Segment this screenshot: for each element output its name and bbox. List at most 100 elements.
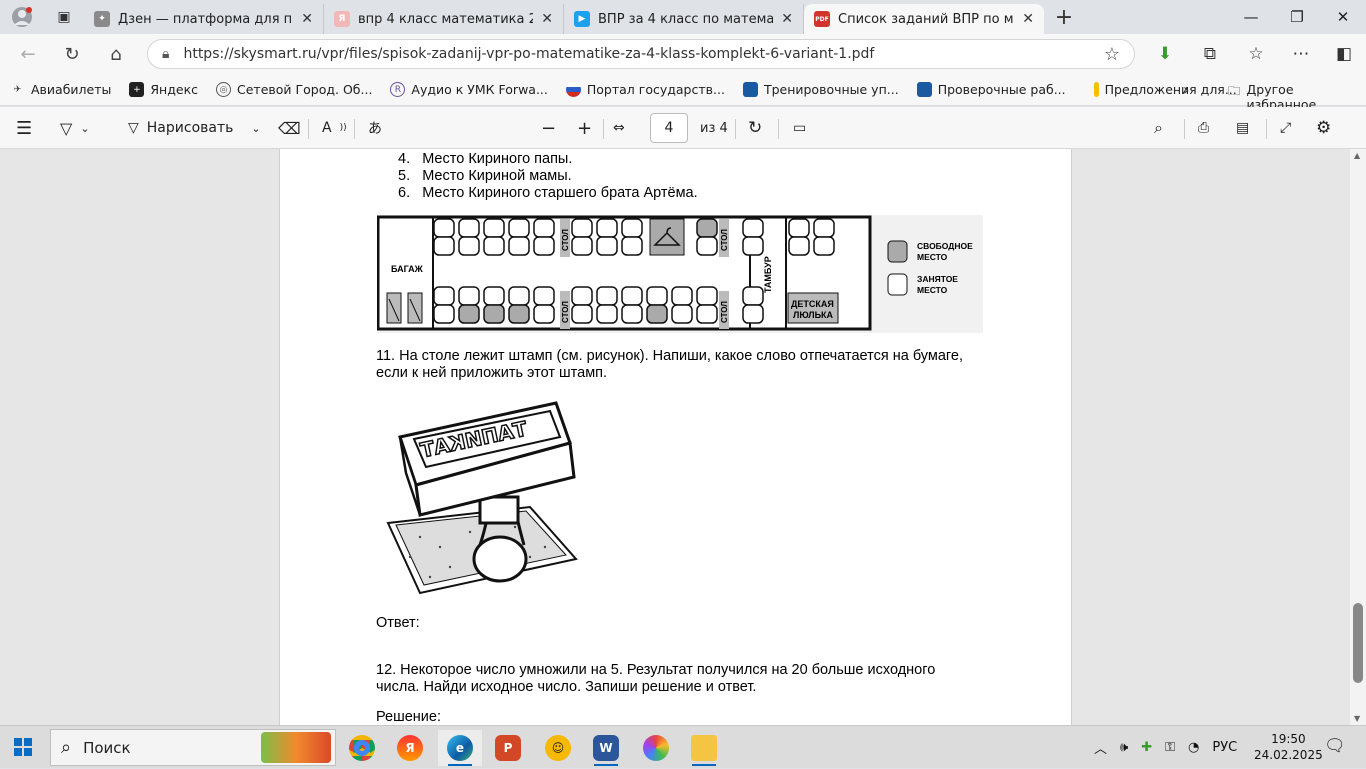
read-aloud-icon[interactable]: A)) <box>322 115 347 141</box>
taskbar-photos[interactable] <box>634 730 678 766</box>
translate-icon[interactable]: あ <box>368 115 382 141</box>
address-field[interactable]: 🔒︎ https://skysmart.ru/vpr/files/spisok-… <box>147 39 1135 69</box>
vestibule-label: ТАМБУР <box>763 256 773 293</box>
zoom-out-icon[interactable]: − <box>541 115 556 141</box>
bookmark-tests[interactable]: Проверочные раб... <box>916 82 1066 97</box>
taskbar-word[interactable]: W <box>584 730 628 766</box>
profile-avatar-icon[interactable] <box>0 0 44 34</box>
close-icon[interactable]: ✕ <box>1022 11 1034 27</box>
taskbar-powerpoint[interactable]: P <box>486 730 530 766</box>
chevron-down-icon[interactable]: ⌄ <box>80 122 89 135</box>
rotate-icon[interactable]: ↻ <box>748 115 762 141</box>
taskbar-explorer[interactable] <box>682 730 726 766</box>
chevron-right-icon[interactable]: › <box>1183 80 1189 99</box>
new-tab-button[interactable]: + <box>1044 0 1084 34</box>
legend-taken: МЕСТО <box>917 285 948 295</box>
favorites-icon[interactable]: ☆ <box>1240 38 1272 70</box>
bookmark-offers[interactable]: Предложения для... <box>1093 82 1237 97</box>
tab-yandex-search[interactable]: Я впр 4 класс математика 2025 — ✕ <box>324 4 564 34</box>
bookmark-training[interactable]: Тренировочные уп... <box>742 82 899 97</box>
taskbar-edge[interactable]: e <box>438 730 482 766</box>
close-icon[interactable]: ✕ <box>301 11 313 27</box>
seat <box>621 218 643 238</box>
seat <box>742 286 764 306</box>
seat <box>788 236 810 256</box>
sidebar-icon[interactable]: ◧ <box>1328 38 1360 70</box>
close-icon[interactable]: ✕ <box>781 11 793 27</box>
tab-pdf-active[interactable]: PDF Список заданий ВПР по математ ✕ <box>804 4 1044 34</box>
scroll-up-icon[interactable]: ▲ <box>1354 151 1360 160</box>
bookmark-yandex[interactable]: + Яндекс <box>129 82 198 97</box>
taskbar-search[interactable]: ⌕ Поиск <box>50 729 336 766</box>
seat <box>813 236 835 256</box>
language-indicator[interactable]: РУС <box>1212 740 1237 755</box>
page-number-input[interactable]: 4 <box>650 113 688 143</box>
fit-width-icon[interactable]: ⇔ <box>613 115 625 141</box>
seat <box>696 218 718 238</box>
bookmark-gosuslugi[interactable]: Портал государств... <box>565 82 725 97</box>
home-icon[interactable]: ⌂ <box>98 36 134 72</box>
fullscreen-icon[interactable]: ⤢ <box>1280 115 1291 141</box>
clock[interactable]: 19:50 24.02.2025 <box>1254 731 1323 763</box>
restore-icon[interactable]: ❐ <box>1274 0 1320 34</box>
settings-gear-icon[interactable]: ⚙ <box>1316 115 1331 141</box>
seat <box>571 304 593 324</box>
search-icon[interactable]: ⌕ <box>1154 115 1163 141</box>
gosuslugi-icon <box>565 82 581 97</box>
seat <box>508 304 530 324</box>
pdf-viewer[interactable]: 4. Место Кириного папы. 5. Место Кириной… <box>0 149 1366 725</box>
back-icon[interactable]: ← <box>10 36 46 72</box>
print-icon[interactable]: ⎙ <box>1198 115 1209 141</box>
seat <box>458 218 480 238</box>
seat <box>696 286 718 306</box>
menu-dots-icon[interactable]: ⋯ <box>1285 38 1317 70</box>
save-icon[interactable]: ▤ <box>1236 115 1249 141</box>
site-info-icon[interactable]: 🔒︎ <box>162 46 169 62</box>
bookmarks-bar: ✈ Авиабилеты + Яндекс ◎ Сетевой Город. Об..… <box>0 74 1366 106</box>
book-icon <box>916 82 932 97</box>
list-item: 5. Место Кириной мамы. <box>398 168 572 184</box>
tab-actions-icon[interactable]: ▣ <box>44 0 84 34</box>
seat <box>483 236 505 256</box>
search-placeholder: Поиск <box>83 738 131 757</box>
close-window-icon[interactable]: ✕ <box>1320 0 1366 34</box>
minimize-icon[interactable]: — <box>1228 0 1274 34</box>
chevron-down-icon[interactable]: ⌄ <box>251 122 260 135</box>
bookmark-label: Проверочные раб... <box>937 82 1066 97</box>
draw-button[interactable]: ▽ Нарисовать ⌄ <box>128 115 261 141</box>
scrollbar-thumb[interactable] <box>1353 603 1363 683</box>
tab-zen[interactable]: ✦ Дзен — платформа для просмот ✕ <box>84 4 324 34</box>
page-view-icon[interactable]: ▭ <box>793 115 806 141</box>
taskbar-yandex-browser[interactable]: Я <box>388 730 432 766</box>
chevron-up-icon[interactable]: ︿ <box>1094 738 1107 757</box>
notifications-icon[interactable]: 🗨︎ <box>1324 736 1346 756</box>
vertical-scrollbar[interactable]: ▲ ▼ <box>1350 149 1366 725</box>
bookmark-aviatickets[interactable]: ✈ Авиабилеты <box>10 82 112 97</box>
close-icon[interactable]: ✕ <box>541 11 553 27</box>
taskbar-chrome[interactable] <box>340 730 384 766</box>
tab-title: впр 4 класс математика 2025 — <box>358 11 533 27</box>
bookmark-audio-umk[interactable]: R Аудио к УМК Forwa... <box>390 82 548 97</box>
wifi-icon[interactable]: ◔ <box>1188 740 1199 755</box>
network-icon[interactable]: ⚿ <box>1165 740 1175 755</box>
page-count: из 4 <box>700 120 728 136</box>
extensions-icon[interactable]: ⧉ <box>1194 38 1226 70</box>
taskbar-game[interactable]: ☺ <box>536 730 580 766</box>
contents-icon[interactable]: ☰ <box>16 115 32 141</box>
eraser-icon[interactable]: ⌫ <box>278 115 301 141</box>
bookmark-network-city[interactable]: ◎ Сетевой Город. Об... <box>216 82 372 97</box>
seat <box>571 236 593 256</box>
table-label: СТОЛ <box>720 301 729 323</box>
reload-icon[interactable]: ↻ <box>54 36 90 72</box>
cradle-label: ДЕТСКАЯ <box>791 299 834 309</box>
bookmark-label: Предложения для... <box>1104 82 1237 97</box>
update-badge-icon[interactable]: ✚ <box>1141 740 1152 755</box>
volume-icon[interactable]: 🕪︎ <box>1120 740 1128 755</box>
favorite-star-icon[interactable]: ☆ <box>1104 44 1120 65</box>
extension-frog-icon[interactable]: ⬇ <box>1149 38 1181 70</box>
scroll-down-icon[interactable]: ▼ <box>1354 714 1360 723</box>
highlight-icon[interactable]: ▽ ⌄ <box>60 115 90 141</box>
windows-start-icon[interactable] <box>14 738 32 760</box>
zoom-in-icon[interactable]: + <box>577 115 592 141</box>
tab-vpr-video[interactable]: ▶ ВПР за 4 класс по математике 20 ✕ <box>564 4 804 34</box>
